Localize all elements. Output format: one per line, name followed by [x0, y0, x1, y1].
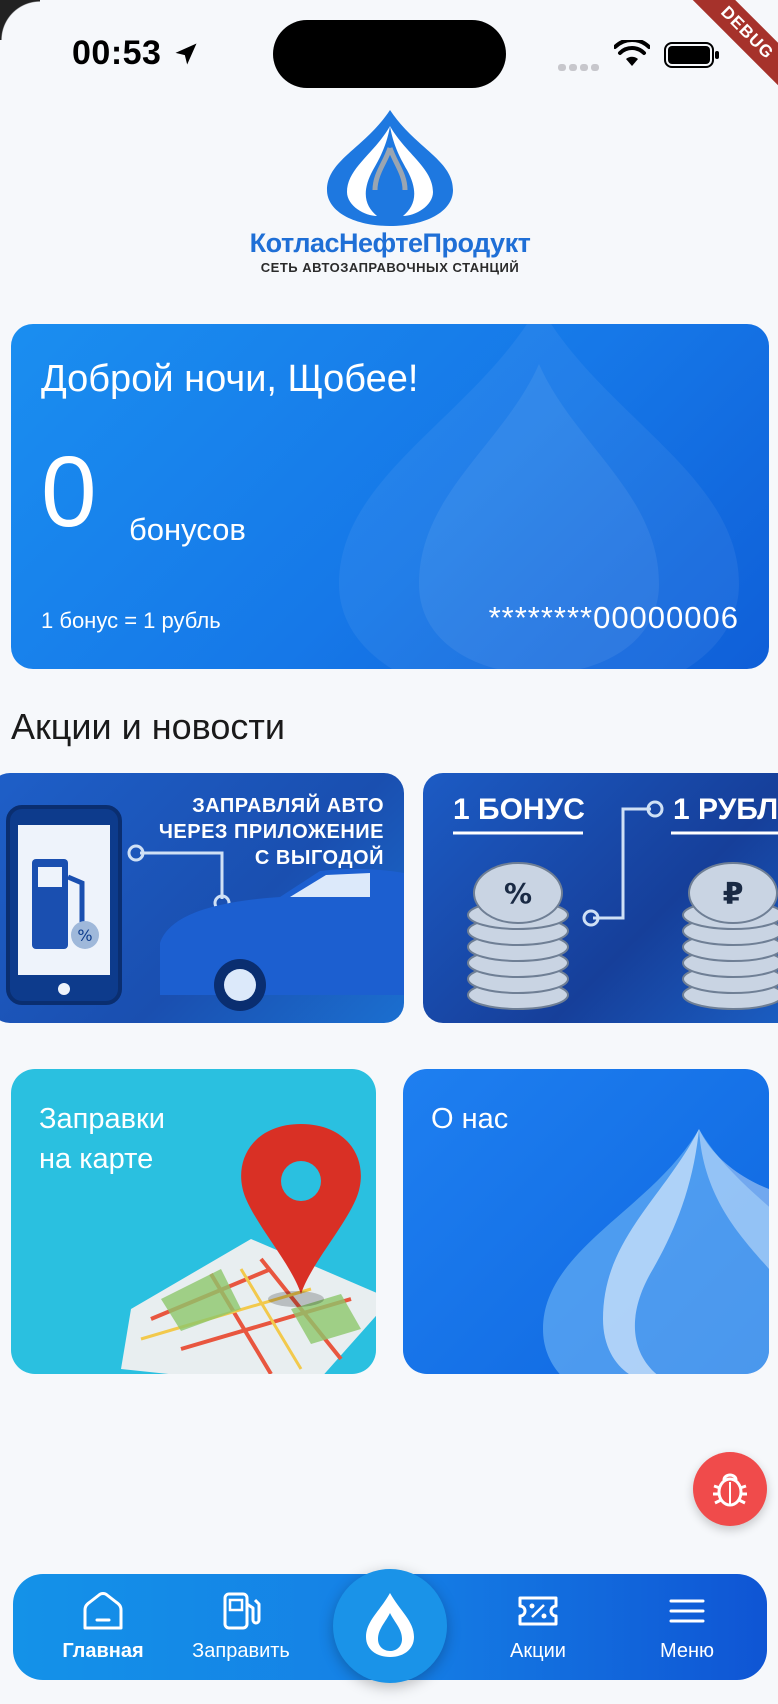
drop-icon: [366, 1593, 414, 1657]
brand-subtitle: СЕТЬ АВТОЗАПРАВОЧНЫХ СТАНЦИЙ: [260, 260, 520, 275]
brand-logo: КотласНефтеПродукт СЕТЬ АВТОЗАПРАВОЧНЫХ …: [230, 108, 550, 278]
stations-map-tile[interactable]: Заправки на карте: [11, 1069, 376, 1374]
bonus-rate: 1 бонус = 1 рубль: [41, 608, 221, 633]
discount-ticket-icon: [518, 1596, 558, 1626]
about-us-tile[interactable]: О нас: [403, 1069, 769, 1374]
status-bar: 00:53 DEBUG: [0, 0, 778, 110]
nav-center-button[interactable]: [333, 1569, 447, 1683]
debug-bug-button[interactable]: [693, 1452, 767, 1526]
status-time: 00:53: [72, 34, 162, 72]
brand-name: КотласНефтеПродукт: [249, 228, 531, 258]
bonus-card[interactable]: Доброй ночи, Щобее! 0 бонусов 1 бонус = …: [11, 324, 769, 669]
promo-bonus-label: 1 БОНУС: [453, 793, 585, 826]
battery-icon: [664, 42, 719, 68]
drop-logo-icon: [327, 110, 453, 226]
menu-icon: [669, 1599, 705, 1623]
bonus-unit: бонусов: [129, 512, 246, 547]
nav-home[interactable]: Главная: [43, 1574, 163, 1680]
dynamic-island: [273, 20, 506, 88]
promo-banner-text: ЗАПРАВЛЯЙ АВТО ЧЕРЕЗ ПРИЛОЖЕНИЕ С ВЫГОДО…: [158, 795, 384, 869]
wifi-icon: [614, 40, 650, 66]
nav-refuel[interactable]: Заправить: [181, 1574, 301, 1680]
location-arrow-icon: [175, 43, 197, 65]
promo-banner-app-fuel[interactable]: % ЗАПРАВЛЯЙ АВТО ЧЕРЕЗ ПРИЛОЖЕНИЕ С ВЫГО…: [0, 773, 404, 1023]
svg-text:₽: ₽: [723, 877, 744, 912]
svg-text:%: %: [77, 926, 92, 945]
bonus-balance: 0: [41, 436, 97, 548]
fuel-pump-icon: [223, 1592, 261, 1630]
promo-ruble-label: 1 РУБЛ: [673, 793, 778, 826]
home-icon: [83, 1592, 123, 1630]
bug-icon: [713, 1473, 747, 1507]
nav-menu-label: Меню: [659, 1640, 715, 1662]
nav-refuel-label: Заправить: [192, 1640, 290, 1662]
greeting-text: Доброй ночи, Щобее!: [41, 358, 419, 400]
screen-corner: [0, 0, 40, 40]
news-section-title: Акции и новости: [11, 706, 285, 747]
cellular-icon: [558, 58, 602, 71]
stations-map-label: Заправки на карте: [39, 1103, 165, 1175]
nav-promotions[interactable]: Акции: [478, 1574, 598, 1680]
about-us-label: О нас: [431, 1103, 509, 1135]
nav-home-label: Главная: [62, 1640, 144, 1662]
svg-text:%: %: [504, 877, 532, 910]
promo-banner-bonus-rate[interactable]: % ₽ 1 БОНУС 1 РУБЛ: [423, 773, 778, 1023]
card-number: ********00000006: [488, 600, 739, 635]
nav-menu[interactable]: Меню: [627, 1574, 747, 1680]
nav-promotions-label: Акции: [510, 1640, 566, 1662]
